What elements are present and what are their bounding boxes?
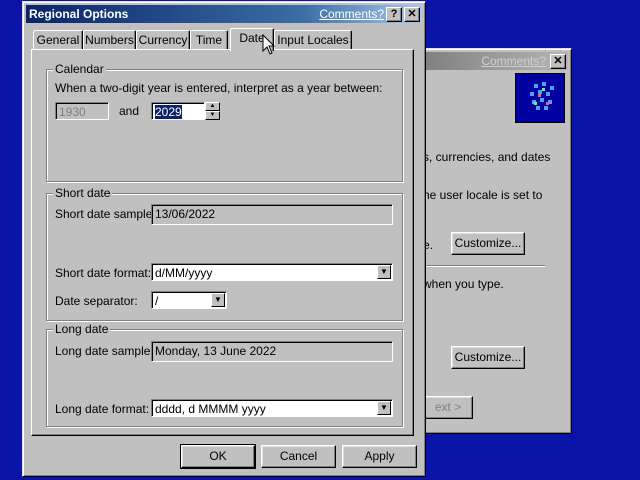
background-text-1: s, currencies, and dates — [423, 150, 551, 164]
date-separator-label: Date separator: — [55, 294, 138, 308]
date-tab-panel: Calendar When a two-digit year is entere… — [31, 49, 414, 436]
chevron-down-icon[interactable]: ▼ — [377, 265, 391, 279]
background-text-2: he user locale is set to — [423, 188, 543, 202]
calendar-prompt: When a two-digit year is entered, interp… — [55, 81, 383, 95]
short-date-format-label: Short date format: — [55, 266, 152, 280]
long-date-format-combo[interactable]: dddd, d MMMM yyyy ▼ — [151, 399, 393, 417]
background-separator — [423, 265, 545, 267]
short-date-group: Short date Short date sample: 13/06/2022… — [46, 186, 403, 321]
dialog-titlebar: Regional Options Comments? ? ✕ — [26, 5, 422, 23]
dialog-title: Regional Options — [29, 7, 129, 21]
globe-icon — [515, 73, 565, 123]
long-date-format-label: Long date format: — [55, 402, 150, 416]
long-date-sample-label: Long date sample: — [55, 344, 154, 358]
year-to-value: 2029 — [155, 105, 182, 119]
background-text-4: when you type. — [423, 277, 504, 291]
chevron-down-icon[interactable]: ▼ — [377, 401, 391, 415]
cancel-button[interactable]: Cancel — [261, 445, 336, 468]
year-down-button[interactable]: ▼ — [205, 111, 220, 120]
tab-general[interactable]: General — [33, 30, 83, 50]
date-separator-value: / — [155, 294, 159, 308]
mouse-pointer-icon — [262, 33, 276, 59]
calendar-group: Calendar When a two-digit year is entere… — [46, 62, 403, 182]
short-date-format-value: d/MM/yyyy — [155, 266, 213, 280]
short-date-group-title: Short date — [53, 186, 113, 200]
close-button[interactable]: ✕ — [404, 7, 420, 22]
tab-input-locales[interactable]: Input Locales — [274, 30, 352, 50]
long-date-group: Long date Long date sample: Monday, 13 J… — [46, 322, 403, 427]
date-separator-combo[interactable]: / ▼ — [151, 291, 227, 309]
next-button[interactable]: ext > — [423, 396, 473, 419]
customize-button-2[interactable]: Customize... — [451, 346, 525, 369]
short-date-sample: 13/06/2022 — [151, 204, 393, 225]
long-date-group-title: Long date — [53, 322, 111, 336]
short-date-sample-label: Short date sample: — [55, 207, 156, 221]
year-from-field: 1930 — [55, 102, 109, 120]
tab-numbers[interactable]: Numbers — [83, 30, 136, 50]
background-window[interactable]: Comments? ✕ s, currencies, and dates he … — [420, 48, 572, 434]
customize-button-1[interactable]: Customize... — [451, 232, 525, 255]
and-label: and — [119, 104, 140, 118]
tab-currency[interactable]: Currency — [136, 30, 190, 50]
short-date-format-combo[interactable]: d/MM/yyyy ▼ — [151, 263, 393, 281]
year-up-button[interactable]: ▲ — [205, 102, 220, 111]
long-date-format-value: dddd, d MMMM yyyy — [155, 402, 266, 416]
background-titlebar: Comments? ✕ — [424, 52, 568, 70]
background-close-button[interactable]: ✕ — [550, 54, 566, 69]
apply-button[interactable]: Apply — [342, 445, 417, 468]
tab-time[interactable]: Time — [190, 30, 228, 50]
calendar-group-title: Calendar — [53, 62, 106, 76]
long-date-sample: Monday, 13 June 2022 — [151, 341, 393, 362]
chevron-down-icon[interactable]: ▼ — [211, 293, 225, 307]
ok-button[interactable]: OK — [180, 444, 256, 469]
comments-link[interactable]: Comments? — [319, 5, 384, 23]
help-button[interactable]: ? — [386, 7, 402, 22]
year-to-field[interactable]: 2029 — [151, 102, 205, 120]
background-comments-link[interactable]: Comments? — [481, 52, 546, 70]
